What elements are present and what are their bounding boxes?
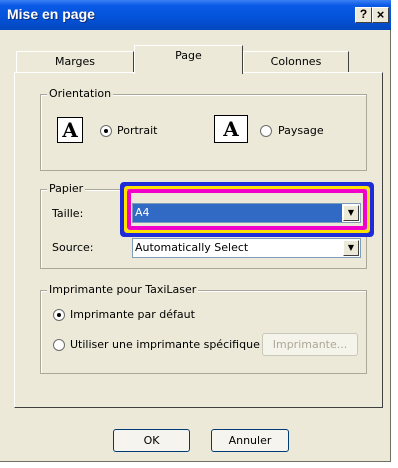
chevron-down-icon[interactable]: ▼ xyxy=(343,240,359,256)
size-label: Taille: xyxy=(52,207,84,220)
tab-page[interactable]: Page xyxy=(134,45,243,74)
tab-margins[interactable]: Marges xyxy=(16,51,134,73)
window-title: Mise en page xyxy=(7,6,95,22)
paper-size-value: A4 xyxy=(133,204,342,222)
close-button[interactable]: × xyxy=(372,7,389,23)
default-printer-label[interactable]: Imprimante par défaut xyxy=(70,308,195,321)
portrait-radio[interactable] xyxy=(100,125,112,137)
paper-size-select[interactable]: A4 ▼ xyxy=(132,203,361,223)
orientation-legend: Orientation xyxy=(47,87,114,100)
page-setup-dialog: Mise en page ? × Marges Page Colonnes Or… xyxy=(0,0,391,462)
printer-group: Imprimante pour TaxiLaser xyxy=(40,283,367,374)
printer-button[interactable]: Imprimante... xyxy=(262,333,358,356)
landscape-icon: A xyxy=(214,115,248,143)
landscape-label[interactable]: Paysage xyxy=(278,124,324,137)
cancel-button[interactable]: Annuler xyxy=(211,429,289,452)
source-label: Source: xyxy=(52,241,94,254)
specific-printer-radio[interactable] xyxy=(53,339,65,351)
default-printer-radio[interactable] xyxy=(53,309,65,321)
paper-source-select[interactable]: Automatically Select ▼ xyxy=(132,238,361,258)
help-button[interactable]: ? xyxy=(355,7,372,23)
portrait-icon: A xyxy=(57,117,83,143)
paper-legend: Papier xyxy=(47,182,86,195)
ok-button[interactable]: OK xyxy=(113,429,190,452)
printer-legend: Imprimante pour TaxiLaser xyxy=(47,283,199,296)
paper-source-value: Automatically Select xyxy=(135,241,249,254)
specific-printer-label[interactable]: Utiliser une imprimante spécifique xyxy=(70,338,260,351)
landscape-radio[interactable] xyxy=(260,125,272,137)
tab-columns[interactable]: Colonnes xyxy=(243,51,349,73)
portrait-label[interactable]: Portrait xyxy=(117,124,157,137)
title-bar: Mise en page ? × xyxy=(0,0,391,30)
chevron-down-icon[interactable]: ▼ xyxy=(343,205,359,221)
